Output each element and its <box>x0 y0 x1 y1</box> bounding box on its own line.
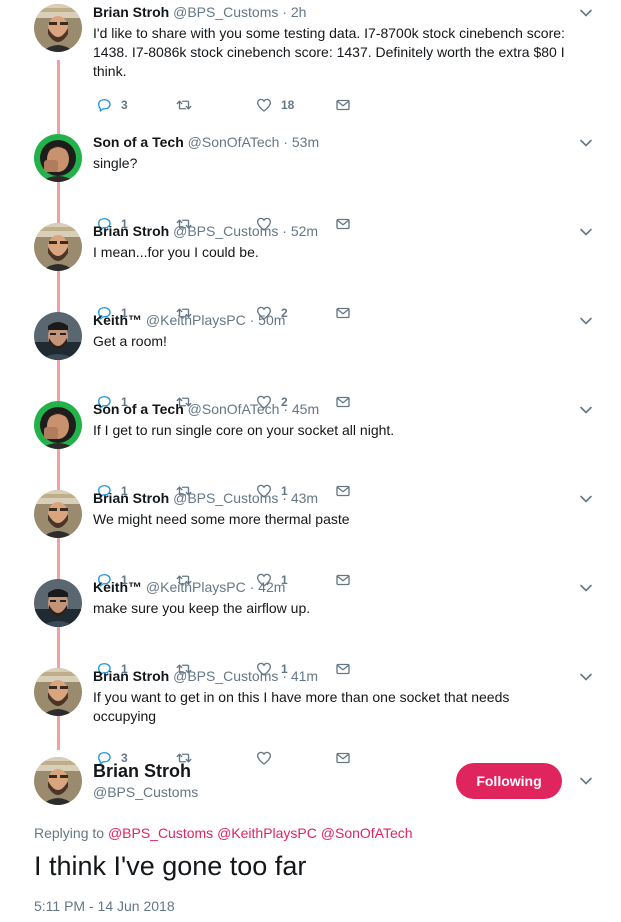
heart-icon <box>256 751 272 765</box>
chevron-down-icon[interactable] <box>579 670 593 684</box>
chevron-down-icon[interactable] <box>579 6 593 20</box>
chevron-down-icon[interactable] <box>579 136 593 150</box>
avatar[interactable] <box>34 4 82 52</box>
separator: · <box>283 401 288 417</box>
author-handle[interactable]: @KeithPlaysPC <box>146 579 246 595</box>
tweet-time[interactable]: 42m <box>258 579 285 595</box>
tweet-time[interactable]: 2h <box>291 4 307 20</box>
author-name[interactable]: Keith™ <box>93 579 142 595</box>
tweet-header: Keith™ @KeithPlaysPC · 42m <box>93 579 285 595</box>
tweet[interactable]: Brian Stroh @BPS_Customs · 43m We might n… <box>0 486 621 587</box>
author-handle[interactable]: @BPS_Customs <box>173 223 278 239</box>
retweet-button[interactable] <box>175 95 201 115</box>
main-tweet-timestamp[interactable]: 5:11 PM - 14 Jun 2018 <box>34 898 175 914</box>
retweet-icon <box>176 100 192 110</box>
like-button[interactable]: 18 <box>255 95 294 115</box>
tweet-time[interactable]: 50m <box>258 312 285 328</box>
like-count: 18 <box>281 98 295 112</box>
author-handle[interactable]: @BPS_Customs <box>173 490 278 506</box>
tweet-actions: 3 18 <box>95 95 365 115</box>
author-handle[interactable]: @SonOfATech <box>188 401 280 417</box>
reply-count: 3 <box>121 98 128 112</box>
separator: · <box>249 312 255 328</box>
like-button[interactable] <box>255 748 281 768</box>
tweet-header: Son of a Tech @SonOfATech · 45m <box>93 401 319 417</box>
author-name[interactable]: Son of a Tech <box>93 134 184 150</box>
tweet[interactable]: Keith™ @KeithPlaysPC · 42m make sure you … <box>0 575 621 676</box>
author-name[interactable]: Brian Stroh <box>93 223 169 239</box>
author-handle[interactable]: @BPS_Customs <box>173 4 278 20</box>
tweet-header: Brian Stroh @BPS_Customs · 43m <box>93 490 318 506</box>
avatar[interactable] <box>34 312 82 360</box>
direct-message-button[interactable] <box>334 748 352 768</box>
tweet-text: If I get to run single core on your sock… <box>93 422 395 438</box>
avatar[interactable] <box>34 223 82 271</box>
envelope-icon <box>336 752 350 764</box>
tweet[interactable]: Son of a Tech @SonOfATech · 53m single? 1 <box>0 130 621 231</box>
tweet-header: Brian Stroh @BPS_Customs · 2h <box>93 4 306 20</box>
direct-message-button[interactable] <box>334 95 352 115</box>
author-handle[interactable]: @KeithPlaysPC <box>146 312 246 328</box>
tweet-header: Brian Stroh @BPS_Customs · 41m <box>93 668 318 684</box>
chevron-down-icon[interactable] <box>579 225 593 239</box>
mention-link[interactable]: @KeithPlaysPC <box>217 825 317 841</box>
main-tweet-text: I think I've gone too far <box>34 851 307 881</box>
author-handle[interactable]: @BPS_Customs <box>173 668 278 684</box>
author-name[interactable]: Brian Stroh <box>93 4 169 20</box>
tweet-header: Keith™ @KeithPlaysPC · 50m <box>93 312 285 328</box>
avatar[interactable] <box>34 757 82 805</box>
tweet-text: Get a room! <box>93 333 167 349</box>
avatar[interactable] <box>34 134 82 182</box>
envelope-icon <box>336 99 350 111</box>
separator: · <box>282 4 287 20</box>
tweet[interactable]: Brian Stroh @BPS_Customs · 2h I'd like to… <box>0 0 621 112</box>
author-name[interactable]: Son of a Tech <box>93 401 184 417</box>
tweet-header: Son of a Tech @SonOfATech · 53m <box>93 134 319 150</box>
chevron-down-icon[interactable] <box>579 581 593 595</box>
author-handle[interactable]: @SonOfATech <box>188 134 280 150</box>
tweet-text: single? <box>93 155 138 171</box>
tweet-text: I'd like to share with you some testing … <box>93 25 565 79</box>
tweet-time[interactable]: 52m <box>291 223 318 239</box>
chevron-down-icon[interactable] <box>579 314 593 328</box>
tweet[interactable]: Son of a Tech @SonOfATech · 45m If I get … <box>0 397 621 498</box>
tweet-text: If you want to get in on this I have mor… <box>93 689 510 724</box>
tweet[interactable]: Brian Stroh @BPS_Customs · 41m If you wan… <box>0 664 621 765</box>
tweet-time[interactable]: 43m <box>291 490 318 506</box>
chevron-down-icon[interactable] <box>579 774 593 788</box>
tweet-time[interactable]: 53m <box>292 134 319 150</box>
chevron-down-icon[interactable] <box>579 492 593 506</box>
main-author-name[interactable]: Brian Stroh <box>93 761 191 782</box>
avatar[interactable] <box>34 579 82 627</box>
tweet-text: I mean...for you I could be. <box>93 244 259 260</box>
tweet-time[interactable]: 41m <box>291 668 318 684</box>
mention-link[interactable]: @BPS_Customs <box>108 825 213 841</box>
chevron-down-icon[interactable] <box>579 403 593 417</box>
following-button[interactable]: Following <box>456 763 562 799</box>
tweet-header: Brian Stroh @BPS_Customs · 52m <box>93 223 318 239</box>
reply-icon <box>98 99 111 112</box>
author-name[interactable]: Brian Stroh <box>93 668 169 684</box>
separator: · <box>282 668 287 684</box>
separator: · <box>249 579 255 595</box>
author-name[interactable]: Keith™ <box>93 312 142 328</box>
tweet-text: We might need some more thermal paste <box>93 511 350 527</box>
tweet-time[interactable]: 45m <box>292 401 319 417</box>
tweet-text: make sure you keep the airflow up. <box>93 600 311 616</box>
reply-button[interactable]: 3 <box>95 95 128 115</box>
replying-to-label: Replying to <box>34 825 105 841</box>
author-name[interactable]: Brian Stroh <box>93 490 169 506</box>
heart-icon <box>256 98 272 112</box>
mention-link[interactable]: @SonOfATech <box>321 825 413 841</box>
tweet[interactable]: Brian Stroh @BPS_Customs · 52m I mean...f… <box>0 219 621 320</box>
tweet[interactable]: Keith™ @KeithPlaysPC · 50m Get a room! 1 2 <box>0 308 621 409</box>
main-author-handle[interactable]: @BPS_Customs <box>93 784 198 800</box>
separator: · <box>282 223 287 239</box>
avatar[interactable] <box>34 668 82 716</box>
separator: · <box>283 134 288 150</box>
separator: · <box>282 490 287 506</box>
avatar[interactable] <box>34 401 82 449</box>
replying-to: Replying to @BPS_Customs @KeithPlaysPC @… <box>34 825 413 841</box>
avatar[interactable] <box>34 490 82 538</box>
